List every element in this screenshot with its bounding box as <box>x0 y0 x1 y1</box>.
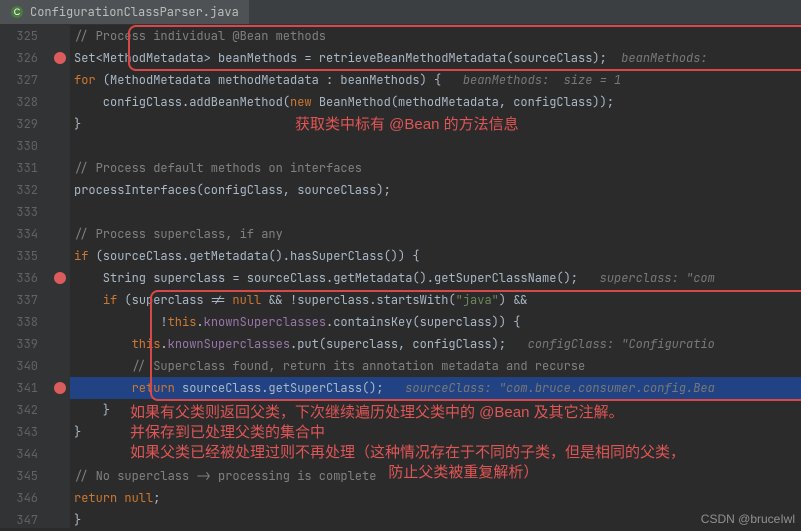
code-line: // Process superclass, if any <box>70 223 801 245</box>
code-line: processInterfaces(configClass, sourceCla… <box>70 179 801 201</box>
line-number: 337 <box>0 289 38 311</box>
code-line: // Process default methods on interfaces <box>70 157 801 179</box>
line-number: 331 <box>0 157 38 179</box>
breakpoint-icon[interactable] <box>54 52 66 64</box>
java-class-icon: C <box>10 5 24 19</box>
code-line-highlighted: return sourceClass.getSuperClass(); sour… <box>70 377 801 399</box>
file-tab[interactable]: C ConfigurationClassParser.java <box>0 0 249 24</box>
breakpoint-icon[interactable] <box>54 272 66 284</box>
line-number: 329 <box>0 113 38 135</box>
code-line <box>70 201 801 223</box>
tab-bar: C ConfigurationClassParser.java <box>0 0 801 25</box>
line-number: 325 <box>0 25 38 47</box>
code-line: // Superclass found, return its annotati… <box>70 355 801 377</box>
line-number: 343 <box>0 421 38 443</box>
line-number: 338 <box>0 311 38 333</box>
code-area[interactable]: // Process individual @Bean methods Set<… <box>70 25 801 528</box>
line-number: 326 <box>0 47 38 69</box>
line-number: 327 <box>0 69 38 91</box>
line-number: 346 <box>0 487 38 509</box>
line-number: 334 <box>0 223 38 245</box>
code-line: return null; <box>70 487 801 509</box>
code-line: Set<MethodMetadata> beanMethods = retrie… <box>70 47 801 69</box>
breakpoint-gutter[interactable] <box>50 25 70 528</box>
code-line <box>70 135 801 157</box>
line-number: 333 <box>0 201 38 223</box>
line-number: 335 <box>0 245 38 267</box>
annotation-text-2: 如果有父类则返回父类，下次继续遍历处理父类中的 @Bean 及其它注解。 并保存… <box>130 403 685 483</box>
line-number: 330 <box>0 135 38 157</box>
annotation-text-1: 获取类中标有 @Bean 的方法信息 <box>295 113 519 134</box>
line-number: 341 <box>0 377 38 399</box>
line-number: 332 <box>0 179 38 201</box>
code-line: for (MethodMetadata methodMetadata : bea… <box>70 69 801 91</box>
code-line: this.knownSuperclasses.put(superclass, c… <box>70 333 801 355</box>
line-number: 340 <box>0 355 38 377</box>
code-line: String superclass = sourceClass.getMetad… <box>70 267 801 289</box>
code-line: if (superclass != null && !superclass.st… <box>70 289 801 311</box>
line-number: 345 <box>0 465 38 487</box>
line-number: 336 <box>0 267 38 289</box>
code-line: // Process individual @Bean methods <box>70 25 801 47</box>
editor: 3253263273283293303313323333343353363373… <box>0 25 801 528</box>
line-number: 344 <box>0 443 38 465</box>
line-number: 328 <box>0 91 38 113</box>
line-number-gutter: 3253263273283293303313323333343353363373… <box>0 25 50 528</box>
line-number: 339 <box>0 333 38 355</box>
line-number: 342 <box>0 399 38 421</box>
svg-text:C: C <box>14 7 21 17</box>
breakpoint-icon[interactable] <box>54 382 66 394</box>
code-line: configClass.addBeanMethod(new BeanMethod… <box>70 91 801 113</box>
watermark: CSDN @bruceIwl <box>701 512 795 526</box>
code-line: } <box>70 509 801 528</box>
code-line: !this.knownSuperclasses.containsKey(supe… <box>70 311 801 333</box>
tab-filename: ConfigurationClassParser.java <box>30 4 239 20</box>
code-line: if (sourceClass.getMetadata().hasSuperCl… <box>70 245 801 267</box>
